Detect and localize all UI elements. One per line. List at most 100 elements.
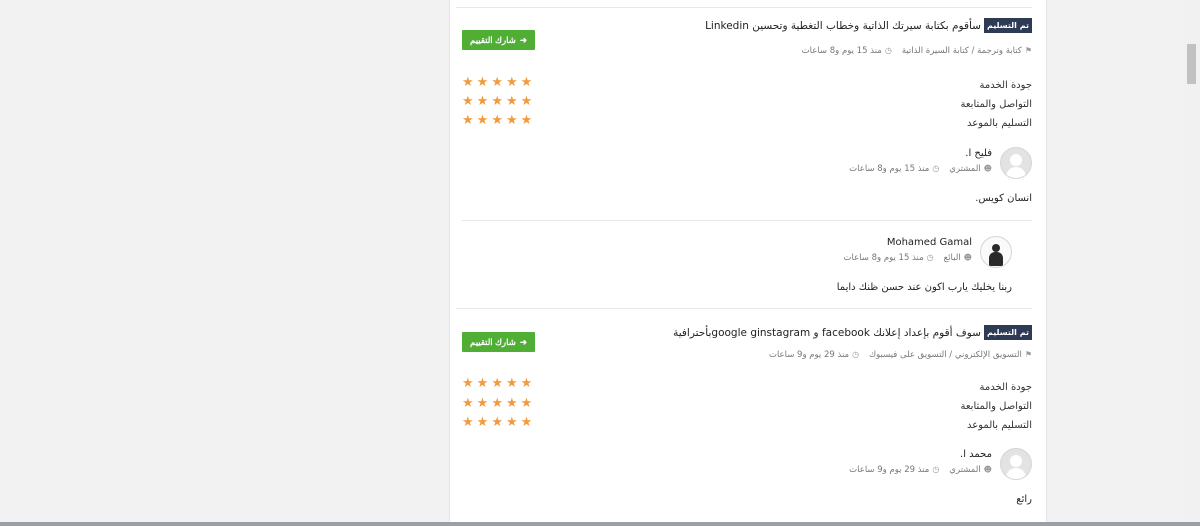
star-icon: ★ — [520, 75, 533, 90]
share-icon: ➜ — [519, 336, 527, 347]
time-label: منذ 15 يوم و8 ساعات — [843, 253, 924, 263]
seller-avatar[interactable] — [980, 236, 1012, 268]
category-link[interactable]: كتابة وترجمة / كتابة السيرة الذاتية — [902, 46, 1022, 56]
clock-icon: ◷ — [926, 253, 934, 262]
review-meta: ⚑كتابة وترجمة / كتابة السيرة الذاتية ◷من… — [802, 46, 1032, 56]
buyer-meta: ☻المشتري ◷منذ 15 يوم و8 ساعات — [849, 164, 992, 174]
star-icon: ★ — [520, 94, 533, 109]
time-label: منذ 15 يوم و8 ساعات — [801, 46, 882, 56]
buyer-meta: ☻المشتري ◷منذ 29 يوم و9 ساعات — [849, 465, 992, 475]
role-meta: ☻المشتري — [949, 164, 992, 174]
user-icon: ☻ — [983, 465, 992, 474]
star-icon: ★ — [462, 94, 474, 109]
clock-icon: ◷ — [932, 465, 940, 474]
rating-label: التسليم بالموعد — [967, 420, 1032, 431]
share-rating-button[interactable]: ➜ شارك التقييم — [462, 332, 535, 352]
user-icon: ☻ — [963, 253, 972, 262]
star-icon: ★ — [505, 396, 518, 411]
star-icon: ★ — [462, 75, 474, 90]
rating-label: التواصل والمتابعة — [960, 401, 1033, 412]
star-icon: ★ — [520, 376, 533, 391]
star-icon: ★ — [505, 113, 518, 128]
clock-icon: ◷ — [932, 164, 940, 173]
time-meta: ◷منذ 15 يوم و8 ساعات — [802, 46, 892, 56]
star-icon: ★ — [476, 396, 489, 411]
service-title-link[interactable]: سأقوم بكتابة سيرتك الذاتية وخطاب التغطية… — [705, 20, 981, 32]
clock-icon: ◷ — [884, 46, 892, 55]
buyer-avatar[interactable] — [1000, 147, 1032, 179]
time-meta: ◷منذ 29 يوم و9 ساعات — [849, 465, 939, 475]
seller-name-link[interactable]: Mohamed Gamal — [887, 237, 972, 248]
star-icon: ★ — [476, 415, 489, 430]
rating-stars: ★ ★ ★ ★ ★ — [462, 95, 532, 108]
star-icon: ★ — [462, 415, 474, 430]
buyer-comment: رائع — [1016, 494, 1032, 505]
divider — [462, 220, 1032, 221]
review-title-row: تم التسليم سوف أقوم بإعداد إعلانك facebo… — [673, 325, 1032, 340]
share-label: شارك التقييم — [470, 34, 516, 45]
rating-stars: ★ ★ ★ ★ ★ — [462, 114, 532, 127]
star-icon: ★ — [476, 94, 489, 109]
buyer-name-link[interactable]: محمد ا. — [960, 449, 992, 460]
star-icon: ★ — [505, 415, 518, 430]
time-meta: ◷منذ 15 يوم و8 ساعات — [844, 253, 934, 263]
time-label: منذ 29 يوم و9 ساعات — [768, 350, 850, 360]
tag-icon: ⚑ — [1024, 350, 1032, 359]
rating-stars: ★ ★ ★ ★ ★ — [462, 416, 532, 429]
time-label: منذ 29 يوم و9 ساعات — [849, 465, 930, 475]
user-icon: ☻ — [983, 164, 992, 173]
rating-label: التواصل والمتابعة — [960, 99, 1033, 110]
time-label: منذ 15 يوم و8 ساعات — [849, 164, 930, 174]
buyer-name-link[interactable]: فليح ا. — [965, 148, 992, 159]
star-icon: ★ — [520, 113, 533, 128]
star-icon: ★ — [462, 396, 474, 411]
seller-reply: ربنا يخليك يارب اكون عند حسن ظنك دايما — [836, 282, 1012, 293]
role-meta: ☻المشتري — [949, 465, 992, 475]
review-title-row: تم التسليم سأقوم بكتابة سيرتك الذاتية وخ… — [705, 18, 1032, 33]
role-label: البائع — [943, 253, 961, 263]
role-label: المشتري — [949, 465, 981, 475]
clock-icon: ◷ — [852, 350, 860, 359]
review-card: تم التسليم سأقوم بكتابة سيرتك الذاتية وخ… — [450, 0, 1046, 309]
review-card: تم التسليم سوف أقوم بإعداد إعلانك facebo… — [450, 302, 1046, 526]
star-icon: ★ — [520, 396, 533, 411]
rating-label: جودة الخدمة — [979, 80, 1032, 91]
star-icon: ★ — [491, 376, 503, 391]
star-icon: ★ — [491, 94, 503, 109]
page-scrollbar[interactable] — [1183, 0, 1200, 526]
star-icon: ★ — [476, 376, 489, 391]
star-icon: ★ — [491, 415, 503, 430]
share-rating-button[interactable]: ➜ شارك التقييم — [462, 30, 535, 50]
seller-meta: ☻البائع ◷منذ 15 يوم و8 ساعات — [844, 253, 972, 263]
status-badge: تم التسليم — [983, 325, 1032, 340]
role-meta: ☻البائع — [944, 253, 972, 263]
star-icon: ★ — [491, 113, 503, 128]
service-title-link[interactable]: سوف أقوم بإعداد إعلانك facebook و google… — [673, 327, 981, 339]
share-label: شارك التقييم — [470, 336, 516, 347]
share-icon: ➜ — [519, 34, 527, 45]
star-icon: ★ — [462, 376, 474, 391]
buyer-comment: انسان كويس. — [975, 193, 1032, 204]
taskbar-edge — [0, 522, 1200, 526]
star-icon: ★ — [491, 75, 503, 90]
tag-icon: ⚑ — [1024, 46, 1032, 55]
star-icon: ★ — [520, 415, 533, 430]
scrollbar-thumb[interactable] — [1187, 44, 1196, 84]
star-icon: ★ — [505, 94, 518, 109]
reviews-panel: تم التسليم سأقوم بكتابة سيرتك الذاتية وخ… — [449, 0, 1047, 526]
role-label: المشتري — [949, 164, 981, 174]
rating-label: التسليم بالموعد — [967, 118, 1032, 129]
star-icon: ★ — [491, 396, 503, 411]
status-badge: تم التسليم — [983, 18, 1032, 33]
rating-stars: ★ ★ ★ ★ ★ — [462, 377, 532, 390]
star-icon: ★ — [476, 75, 489, 90]
buyer-avatar[interactable] — [1000, 448, 1032, 480]
rating-stars: ★ ★ ★ ★ ★ — [462, 397, 532, 410]
rating-label: جودة الخدمة — [979, 382, 1032, 393]
time-meta: ◷منذ 15 يوم و8 ساعات — [849, 164, 939, 174]
star-icon: ★ — [505, 75, 518, 90]
category-meta: ⚑كتابة وترجمة / كتابة السيرة الذاتية — [902, 46, 1032, 56]
category-link[interactable]: التسويق الإلكتروني / التسويق على فيسبوك — [869, 350, 1022, 360]
star-icon: ★ — [505, 376, 518, 391]
rating-stars: ★ ★ ★ ★ ★ — [462, 76, 532, 89]
